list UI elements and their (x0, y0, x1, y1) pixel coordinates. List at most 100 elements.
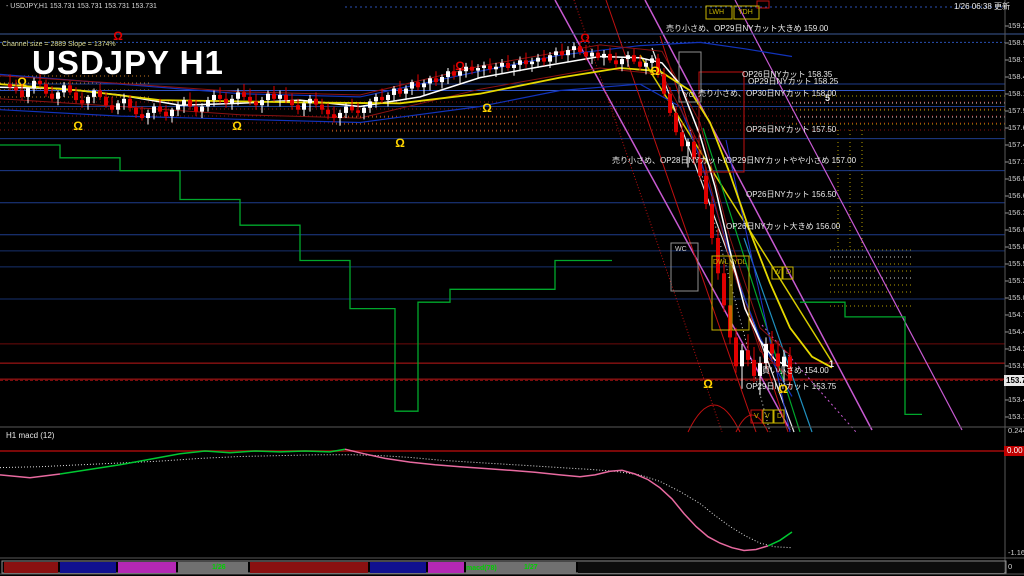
candle-bear (104, 97, 108, 105)
macd-main-line (345, 449, 768, 550)
price-axis-label: 154.750 (1008, 311, 1024, 319)
level-box-label: D (786, 269, 791, 276)
price-axis-label: 158.725 (1008, 56, 1024, 64)
candle-bull (62, 85, 66, 92)
candle-bear (470, 67, 474, 71)
price-axis-label: 158.990 (1008, 39, 1024, 47)
candle-bull (374, 97, 378, 101)
candle-bear (254, 101, 258, 105)
candle-bear (350, 107, 354, 111)
candle-bear (638, 62, 642, 67)
candle-bull (266, 94, 270, 100)
candle-bull (410, 82, 414, 88)
candle-bear (248, 97, 252, 101)
price-axis-label: 155.280 (1008, 277, 1024, 285)
candle-bull (494, 67, 498, 70)
price-axis-label: 153.160 (1008, 413, 1024, 421)
session-segment (60, 562, 116, 573)
candle-bear (380, 97, 384, 100)
candle-bear (668, 94, 672, 113)
candle-bull (92, 90, 96, 96)
candle-bull (344, 107, 348, 113)
omega-signal-icon: Ω (482, 102, 492, 114)
level-box-label: V (754, 413, 759, 420)
candle-bear (680, 132, 684, 146)
price-chart-canvas[interactable] (0, 0, 1024, 576)
candle-bull (500, 63, 504, 67)
candle-bull (572, 46, 576, 50)
option-level-annotation: OP29日NYカット 153.75 (746, 383, 836, 391)
indicator-zero-tag: 0.00 (1004, 446, 1024, 456)
level-box-label: YO (684, 92, 694, 99)
price-axis-label: 157.930 (1008, 107, 1024, 115)
price-axis-label: 156.075 (1008, 226, 1024, 234)
candle-bull (146, 113, 150, 118)
candle-bull (86, 97, 90, 103)
candle-bear (608, 54, 612, 60)
omega-signal-icon: Ω (17, 76, 27, 88)
candle-bull (308, 99, 312, 103)
envelope-lower (0, 68, 792, 380)
price-axis-label: 158.195 (1008, 90, 1024, 98)
candle-bear (20, 90, 24, 96)
candle-bear (578, 46, 582, 52)
candle-bull (26, 89, 30, 97)
omega-signal-icon: Ω (232, 120, 242, 132)
price-axis-label: 153.425 (1008, 396, 1024, 404)
session-segment (578, 562, 1004, 573)
candle-bear (506, 63, 510, 68)
candle-bull (566, 50, 570, 55)
candle-bear (674, 113, 678, 132)
candle-bear (8, 84, 12, 87)
price-axis-label: 154.220 (1008, 345, 1024, 353)
watermark-symbol-timeframe: USDJPY H1 (32, 46, 224, 79)
candle-bear (128, 99, 132, 108)
candle-bear (332, 114, 336, 118)
level-box-label: V (765, 413, 770, 420)
candle-bear (722, 273, 726, 305)
level-box-label: WC (675, 246, 687, 253)
price-axis-label: 156.605 (1008, 192, 1024, 200)
macd-main-line (0, 474, 60, 478)
level-box-label: DWL (713, 259, 729, 266)
indicator-axis-min: -1.162 (1008, 549, 1024, 557)
price-axis-label: 155.015 (1008, 294, 1024, 302)
candle-bull (626, 55, 630, 59)
candle-bull (56, 92, 60, 98)
candle-bear (134, 108, 138, 114)
indicator-axis-bottom: 0 (1008, 563, 1012, 571)
candle-bull (650, 58, 654, 62)
candle-bull (764, 344, 768, 363)
omega-signal-icon: Ω (778, 383, 788, 395)
candle-bear (296, 105, 300, 109)
candle-bear (188, 100, 192, 106)
green-step (0, 145, 612, 411)
candle-bear (272, 94, 276, 99)
candle-bull (782, 357, 786, 367)
candle-bear (752, 360, 756, 376)
candle-bull (476, 68, 480, 71)
candle-bear (80, 100, 84, 103)
candle-bear (632, 55, 636, 61)
option-level-annotation: 売り小さめ、OP30日NYカット 158.00 (698, 90, 836, 98)
candle-bear (194, 107, 198, 112)
session-segment (4, 562, 58, 573)
candle-bear (320, 105, 324, 110)
candle-bear (44, 84, 48, 94)
wave-count-label: 5 (825, 94, 830, 103)
candle-bull (230, 99, 234, 103)
option-level-annotation: 売り小さめ、OP29日NYカット大きめ 159.00 (666, 25, 828, 33)
candle-bull (362, 108, 366, 113)
candle-bull (644, 63, 648, 67)
candle-bull (206, 100, 210, 106)
candle-bull (302, 103, 306, 109)
candle-bear (596, 53, 600, 58)
price-axis-label: 157.135 (1008, 158, 1024, 166)
session-segment (370, 562, 426, 573)
session-date-label: 1/27 (524, 564, 538, 571)
price-axis-label: 156.340 (1008, 209, 1024, 217)
price-axis-label: 155.545 (1008, 260, 1024, 268)
candle-bull (176, 105, 180, 109)
price-axis-label: 159.255 (1008, 22, 1024, 30)
candle-bear (584, 52, 588, 56)
